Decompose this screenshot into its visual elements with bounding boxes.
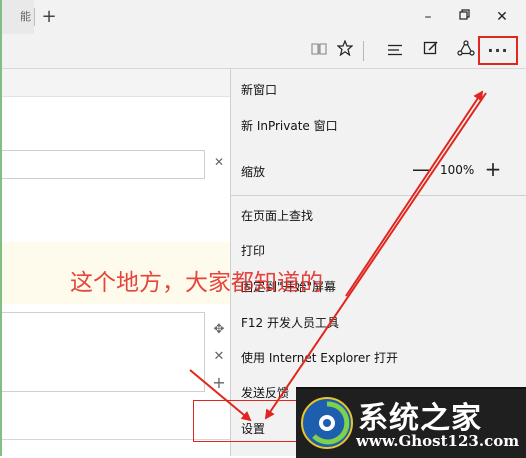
- web-note-icon: [423, 41, 438, 55]
- watermark-logo-icon: [301, 397, 353, 449]
- menu-item-new-inprivate[interactable]: 新 InPrivate 窗口: [241, 117, 338, 134]
- close-window-button[interactable]: ✕: [487, 6, 517, 28]
- browser-toolbar: [2, 34, 526, 69]
- reading-view-button[interactable]: [306, 38, 332, 64]
- settings-highlight: [193, 400, 298, 442]
- watermark-title: 系统之家: [358, 401, 482, 436]
- remove-icon[interactable]: ✕: [210, 348, 228, 366]
- more-button-highlight: [478, 36, 518, 65]
- menu-item-print[interactable]: 打印: [241, 242, 265, 259]
- restore-button[interactable]: [450, 6, 480, 28]
- menu-separator: [230, 195, 526, 196]
- web-note-button[interactable]: [418, 38, 444, 64]
- page-header-bar: [2, 69, 230, 97]
- star-icon: [336, 39, 354, 57]
- menu-item-zoom: 缩放: [241, 165, 266, 179]
- hub-button[interactable]: [382, 38, 408, 64]
- tab-separator: [34, 8, 35, 26]
- menu-item-find-on-page[interactable]: 在页面上查找: [241, 207, 313, 224]
- watermark-url: www.Ghost123.com: [356, 432, 520, 450]
- tab-strip: [2, 0, 526, 34]
- restore-icon: [459, 9, 470, 20]
- new-tab-button[interactable]: +: [38, 6, 60, 28]
- zoom-out-button[interactable]: —: [410, 157, 434, 181]
- share-icon: [457, 40, 475, 56]
- favorite-button[interactable]: [332, 38, 358, 64]
- zoom-level: 100%: [440, 163, 475, 177]
- menu-item-send-feedback[interactable]: 发送反馈: [241, 384, 289, 401]
- add-icon[interactable]: +: [210, 374, 228, 392]
- clear-field-button[interactable]: ✕: [210, 155, 228, 173]
- share-button[interactable]: [453, 38, 479, 64]
- zoom-in-button[interactable]: +: [481, 157, 505, 181]
- annotation-text: 这个地方，大家都知道的: [70, 270, 323, 296]
- book-icon: [311, 43, 327, 55]
- menu-item-new-window[interactable]: 新窗口: [241, 81, 277, 98]
- tab-partial[interactable]: 能: [2, 0, 34, 34]
- menu-item-open-with-ie[interactable]: 使用 Internet Explorer 打开: [241, 349, 398, 366]
- menu-item-dev-tools[interactable]: F12 开发人员工具: [241, 314, 339, 331]
- move-icon[interactable]: ✥: [210, 321, 228, 339]
- toolbar-separator: [363, 41, 364, 61]
- page-input-field[interactable]: [2, 150, 205, 179]
- minimize-button[interactable]: –: [413, 6, 443, 28]
- page-text-area[interactable]: [2, 312, 205, 392]
- hub-icon: [388, 44, 402, 56]
